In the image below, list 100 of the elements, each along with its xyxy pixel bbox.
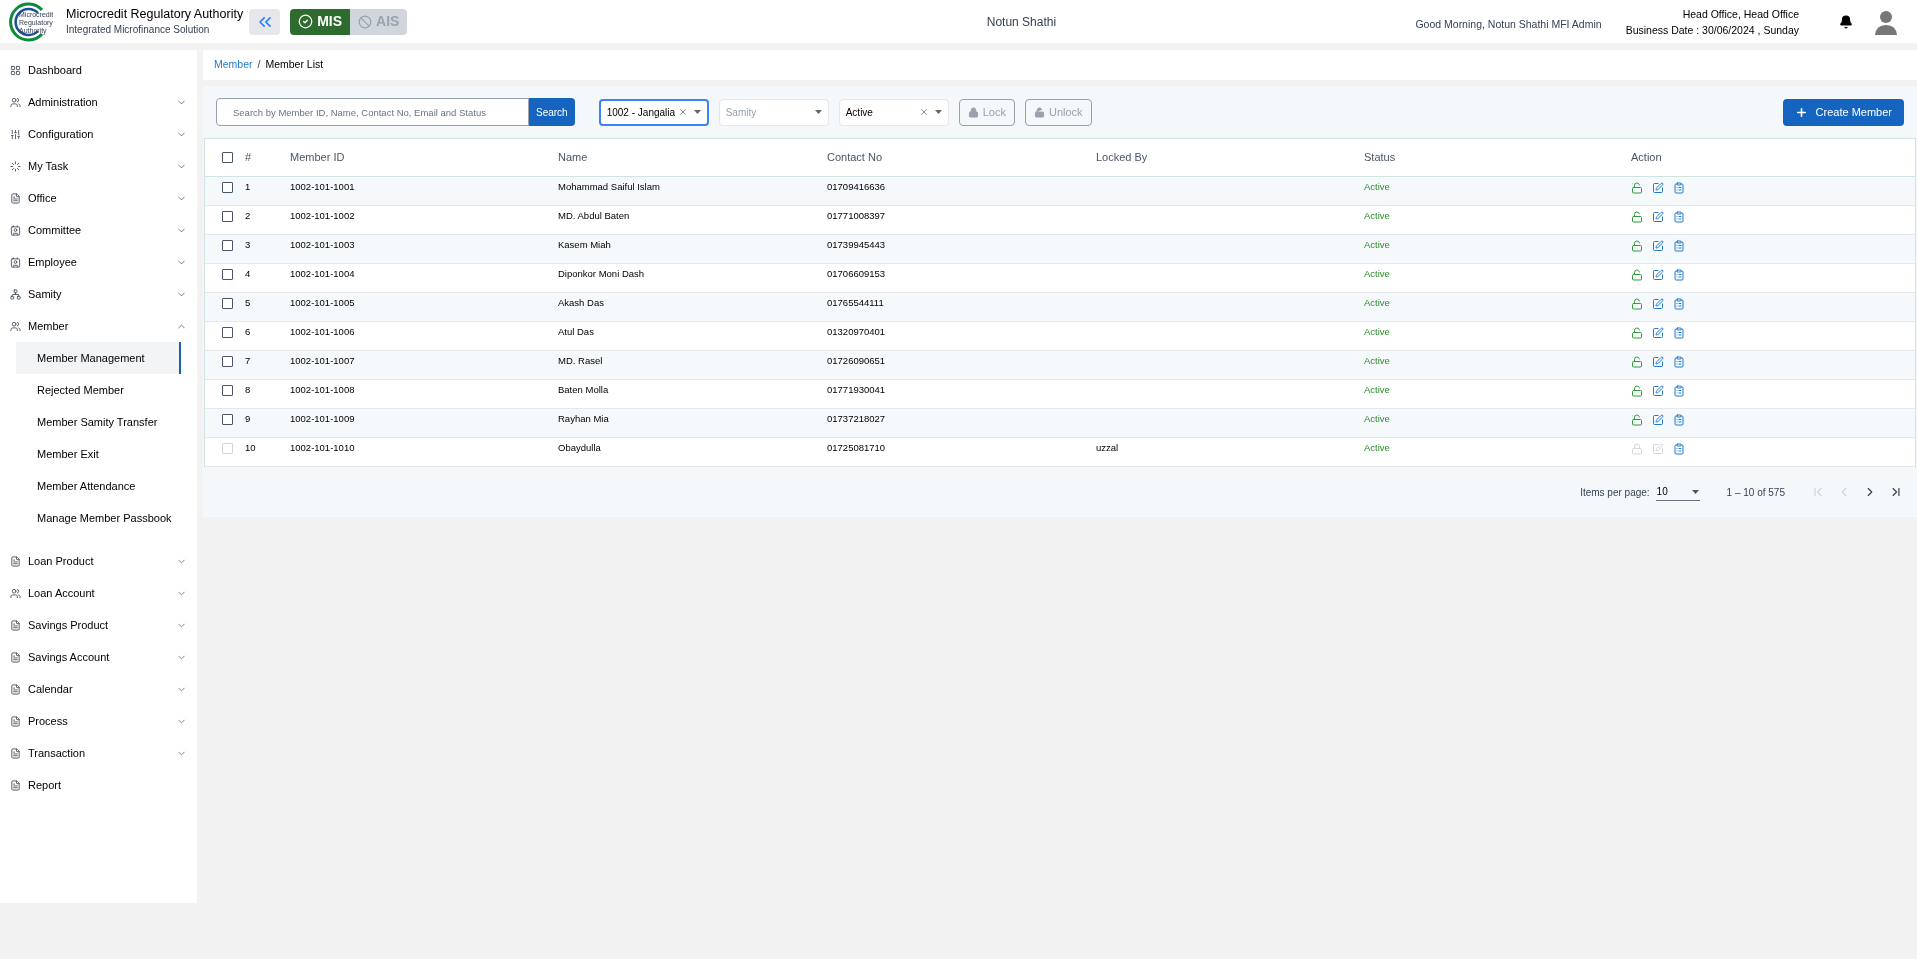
edit-icon[interactable] <box>1652 239 1664 252</box>
details-document-icon[interactable] <box>1673 239 1685 252</box>
row-checkbox[interactable] <box>222 240 233 252</box>
document-icon <box>10 651 21 663</box>
sidebar-subitem[interactable]: Member Management <box>16 342 181 374</box>
edit-icon[interactable] <box>1652 181 1664 194</box>
details-document-icon[interactable] <box>1673 355 1685 368</box>
sidebar-item[interactable]: Process <box>0 705 197 737</box>
page-size-select[interactable]: 10 <box>1655 483 1700 501</box>
open-padlock-icon[interactable] <box>1631 355 1643 368</box>
open-padlock-icon[interactable] <box>1631 326 1643 339</box>
column-header: Status <box>1364 150 1397 166</box>
row-checkbox[interactable] <box>222 414 233 426</box>
table-cell-text: 1002-101-1008 <box>290 383 356 398</box>
table-cell-text: Akash Das <box>558 296 605 311</box>
sidebar-item[interactable]: Dashboard <box>0 54 197 86</box>
sidebar-item[interactable]: Calendar <box>0 673 197 705</box>
sidebar-item[interactable]: Committee <box>0 214 197 246</box>
column-header: # <box>245 150 253 166</box>
details-document-icon[interactable] <box>1673 442 1685 455</box>
edit-icon[interactable] <box>1652 413 1664 426</box>
sidebar-item[interactable]: Employee <box>0 246 197 278</box>
module-tab[interactable]: MIS <box>290 8 351 35</box>
table-cell-text: uzzal <box>1096 441 1120 456</box>
sidebar-item[interactable]: Savings Account <box>0 641 197 673</box>
row-checkbox[interactable] <box>222 356 233 368</box>
sidebar-item[interactable]: Samity <box>0 278 197 310</box>
details-document-icon[interactable] <box>1673 413 1685 426</box>
search-field[interactable]: Search by Member ID, Name, Contact No, Email and Status <box>216 98 529 126</box>
open-padlock-icon[interactable] <box>1631 297 1643 310</box>
details-document-icon[interactable] <box>1673 268 1685 281</box>
collapse-sidebar-button[interactable] <box>249 8 281 35</box>
clear-icon[interactable] <box>677 107 688 117</box>
details-document-icon[interactable] <box>1673 326 1685 339</box>
sidebar-item[interactable]: Report <box>0 769 197 801</box>
status-text: Active <box>1364 238 1391 253</box>
column-header: Member ID <box>290 150 346 166</box>
sidebar-subitem[interactable]: Member Exit <box>16 438 181 470</box>
details-document-icon[interactable] <box>1673 210 1685 223</box>
table-cell-text: 6 <box>245 325 252 340</box>
table-cell-text: 2 <box>245 209 252 224</box>
network-icon <box>10 288 21 300</box>
row-checkbox[interactable] <box>222 211 233 223</box>
sidebar-item[interactable]: My Task <box>0 150 197 182</box>
dropdown-select[interactable]: 1002 - Jangalia <box>598 98 709 126</box>
dropdown-select[interactable]: Active <box>838 98 949 126</box>
sidebar-item[interactable]: Transaction <box>0 737 197 769</box>
sidebar-item[interactable]: Savings Product <box>0 609 197 641</box>
row-checkbox[interactable] <box>222 182 233 194</box>
edit-icon[interactable] <box>1652 268 1664 281</box>
edit-icon[interactable] <box>1652 384 1664 397</box>
details-document-icon[interactable] <box>1673 181 1685 194</box>
table-cell-text: 4 <box>245 267 252 282</box>
sidebar-item[interactable]: Configuration <box>0 118 197 150</box>
status-text: Active <box>1364 325 1391 340</box>
app-title: Microcredit Regulatory Authority <box>66 5 244 22</box>
clear-icon[interactable] <box>918 107 929 117</box>
open-padlock-icon[interactable] <box>1631 210 1643 223</box>
table-cell-text: Kasem Miah <box>558 238 612 253</box>
table-cell-text: 1002-101-1001 <box>290 180 356 195</box>
sidebar-item[interactable]: Office <box>0 182 197 214</box>
select-all-checkbox[interactable] <box>222 152 233 163</box>
open-padlock-icon[interactable] <box>1631 239 1643 252</box>
row-checkbox[interactable] <box>222 385 233 397</box>
open-padlock-icon[interactable] <box>1631 413 1643 426</box>
blocked-icon <box>358 14 373 29</box>
sidebar-item[interactable]: Administration <box>0 86 197 118</box>
sidebar-subitem[interactable]: Member Attendance <box>16 470 181 502</box>
edit-icon[interactable] <box>1652 355 1664 368</box>
edit-icon[interactable] <box>1652 297 1664 310</box>
column-header: Name <box>558 150 589 166</box>
sidebar-subitem[interactable]: Member Samity Transfer <box>16 406 181 438</box>
search-button[interactable]: Search <box>529 98 575 126</box>
row-checkbox[interactable] <box>222 269 233 281</box>
details-document-icon[interactable] <box>1673 384 1685 397</box>
open-padlock-icon[interactable] <box>1631 268 1643 281</box>
last-page-icon[interactable] <box>1889 485 1903 499</box>
breadcrumb-separator: / <box>257 57 261 73</box>
edit-icon[interactable] <box>1652 326 1664 339</box>
edit-icon[interactable] <box>1652 210 1664 223</box>
sidebar-item[interactable]: Loan Account <box>0 577 197 609</box>
open-padlock-icon[interactable] <box>1631 181 1643 194</box>
app-subtitle: Integrated Microfinance Solution <box>66 22 211 37</box>
sidebar-item[interactable]: Loan Product <box>0 545 197 577</box>
table-cell-text: 01771008397 <box>827 209 887 224</box>
breadcrumb-link[interactable]: Member <box>214 57 253 73</box>
open-padlock-icon <box>1033 106 1045 118</box>
sidebar-item[interactable]: Member <box>0 310 197 342</box>
table-cell-text: 1002-101-1010 <box>290 441 356 456</box>
sidebar-subitem[interactable]: Manage Member Passbook <box>16 502 181 534</box>
row-checkbox[interactable] <box>222 327 233 339</box>
create-member-button[interactable]: Create Member <box>1782 98 1904 126</box>
user-avatar-icon[interactable] <box>1875 8 1897 35</box>
sidebar-subitem[interactable]: Rejected Member <box>16 374 181 406</box>
notification-bell-icon[interactable] <box>1839 14 1853 29</box>
row-checkbox[interactable] <box>222 298 233 310</box>
open-padlock-icon[interactable] <box>1631 384 1643 397</box>
table-cell-text: 01706609153 <box>827 267 887 282</box>
details-document-icon[interactable] <box>1673 297 1685 310</box>
table-cell-text: 01726090651 <box>827 354 887 369</box>
